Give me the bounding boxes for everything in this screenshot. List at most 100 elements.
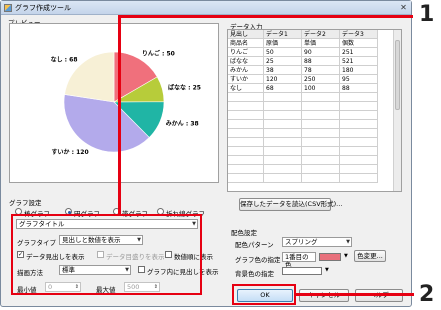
color-pattern-select[interactable]: スプリング ▼: [282, 237, 352, 247]
grid-cell[interactable]: 251: [340, 48, 378, 57]
grid-cell[interactable]: 78: [302, 66, 340, 75]
grid-cell[interactable]: みかん: [228, 66, 264, 75]
grid-cell[interactable]: 50: [264, 48, 302, 57]
grid-cell[interactable]: [264, 156, 302, 165]
grid-cell[interactable]: [302, 174, 340, 183]
color-pattern-label: 配色パターン: [235, 241, 274, 249]
grid-cell[interactable]: [340, 102, 378, 111]
load-csv-button[interactable]: 保存したデータを読込(CSV形式)...: [239, 198, 342, 211]
grid-cell[interactable]: [264, 147, 302, 156]
bg-color-swatch[interactable]: [282, 267, 322, 275]
grid-cell[interactable]: 38: [264, 66, 302, 75]
title-bar[interactable]: グラフ作成ツール ✕: [1, 1, 411, 15]
grid-cell[interactable]: 25: [264, 57, 302, 66]
grid-cell[interactable]: 個数: [340, 39, 378, 48]
window-title: グラフ作成ツール: [15, 4, 71, 12]
grid-cell[interactable]: [264, 120, 302, 129]
grid-cell[interactable]: [264, 129, 302, 138]
grid-cell[interactable]: [302, 93, 340, 102]
grid-cell[interactable]: 100: [302, 84, 340, 93]
grid-cell[interactable]: [264, 102, 302, 111]
grid-header-cell[interactable]: データ2: [302, 30, 340, 39]
grid-cell[interactable]: [228, 174, 264, 183]
chevron-down-icon[interactable]: ▼: [325, 267, 329, 273]
grid-cell[interactable]: [302, 138, 340, 147]
grid-cell[interactable]: 120: [264, 75, 302, 84]
grid-cell[interactable]: [302, 129, 340, 138]
grid-cell[interactable]: [228, 111, 264, 120]
grid-cell[interactable]: 250: [302, 75, 340, 84]
grid-cell[interactable]: [264, 138, 302, 147]
grid-cell[interactable]: [340, 111, 378, 120]
grid-cell[interactable]: [228, 156, 264, 165]
color-change-button[interactable]: 色変更...: [354, 250, 386, 262]
grid-cell[interactable]: 商品名: [228, 39, 264, 48]
callout-leader-1-horizontal: [118, 15, 413, 18]
grid-cell[interactable]: [302, 120, 340, 129]
grid-cell[interactable]: [228, 165, 264, 174]
grid-cell[interactable]: [302, 156, 340, 165]
grid-cell[interactable]: すいか: [228, 75, 264, 84]
chevron-down-icon: ▼: [346, 239, 350, 245]
grid-cell[interactable]: [228, 93, 264, 102]
callout-number-1: 1: [419, 2, 435, 27]
grid-cell[interactable]: りんご: [228, 48, 264, 57]
preview-panel: りんご : 50 ばなな : 25 みかん : 38 すいか : 120 なし : 68: [9, 23, 219, 183]
grid-cell[interactable]: [228, 120, 264, 129]
callout-leader-1-vertical: [118, 15, 121, 215]
grid-cell[interactable]: [340, 129, 378, 138]
callout-leader-2: [296, 293, 414, 296]
grid-cell[interactable]: 90: [302, 48, 340, 57]
grid-cell[interactable]: 88: [302, 57, 340, 66]
grid-cell[interactable]: [340, 147, 378, 156]
grid-cell[interactable]: ばなな: [228, 57, 264, 66]
grid-cell[interactable]: [340, 165, 378, 174]
grid-cell[interactable]: [340, 93, 378, 102]
grid-cell[interactable]: 180: [340, 66, 378, 75]
data-grid[interactable]: 見出し データ1 データ2 データ3 商品名 原価 単価 個数 りんご 50 90 251 ばなな 25 8…: [227, 29, 402, 192]
pie-chart: りんご : 50 ばなな : 25 みかん : 38 すいか : 120 なし : 68: [51, 49, 201, 155]
grid-cell[interactable]: [302, 165, 340, 174]
grid-cell[interactable]: [340, 156, 378, 165]
grid-header-cell[interactable]: データ3: [340, 30, 378, 39]
grid-cell[interactable]: 原価: [264, 39, 302, 48]
chevron-down-icon[interactable]: ▼: [344, 253, 348, 259]
graph-color-swatch[interactable]: [319, 253, 341, 261]
grid-cell[interactable]: [228, 129, 264, 138]
callout-number-2: 2: [419, 282, 435, 307]
grid-cell[interactable]: [302, 102, 340, 111]
callout-box-ok: [232, 284, 296, 305]
grid-cell[interactable]: [340, 174, 378, 183]
graph-color-index-select[interactable]: 1番目の色: [282, 252, 316, 269]
callout-box-graph-settings: [11, 214, 202, 295]
grid-header-cell[interactable]: データ1: [264, 30, 302, 39]
grid-cell[interactable]: [228, 147, 264, 156]
grid-cell[interactable]: 95: [340, 75, 378, 84]
pie-label-1: ばなな : 25: [168, 83, 201, 91]
grid-cell[interactable]: 単価: [302, 39, 340, 48]
grid-cell[interactable]: [264, 93, 302, 102]
bg-color-label: 背景色の指定: [235, 270, 274, 278]
grid-cell[interactable]: 68: [264, 84, 302, 93]
grid-cell[interactable]: [340, 138, 378, 147]
grid-cell[interactable]: [228, 102, 264, 111]
cancel-button[interactable]: キャンセル: [299, 289, 349, 302]
grid-cell[interactable]: [302, 111, 340, 120]
grid-cell[interactable]: [340, 120, 378, 129]
close-icon[interactable]: ✕: [399, 3, 408, 12]
grid-cell[interactable]: 88: [340, 84, 378, 93]
grid-cell[interactable]: なし: [228, 84, 264, 93]
help-button[interactable]: ヘルプ: [355, 289, 403, 302]
grid-cell[interactable]: [302, 147, 340, 156]
grid-cell[interactable]: [264, 165, 302, 174]
scrollbar-thumb[interactable]: [395, 40, 400, 110]
grid-cell[interactable]: [228, 138, 264, 147]
chart-app-icon: [4, 4, 12, 12]
pie-label-4: なし : 68: [51, 57, 78, 64]
grid-header-cell[interactable]: 見出し: [228, 30, 264, 39]
grid-scrollbar[interactable]: [393, 30, 401, 191]
grid-cell[interactable]: [264, 174, 302, 183]
grid-cell[interactable]: [264, 111, 302, 120]
grid-cell[interactable]: 521: [340, 57, 378, 66]
pie-label-0: りんご : 50: [142, 49, 175, 57]
